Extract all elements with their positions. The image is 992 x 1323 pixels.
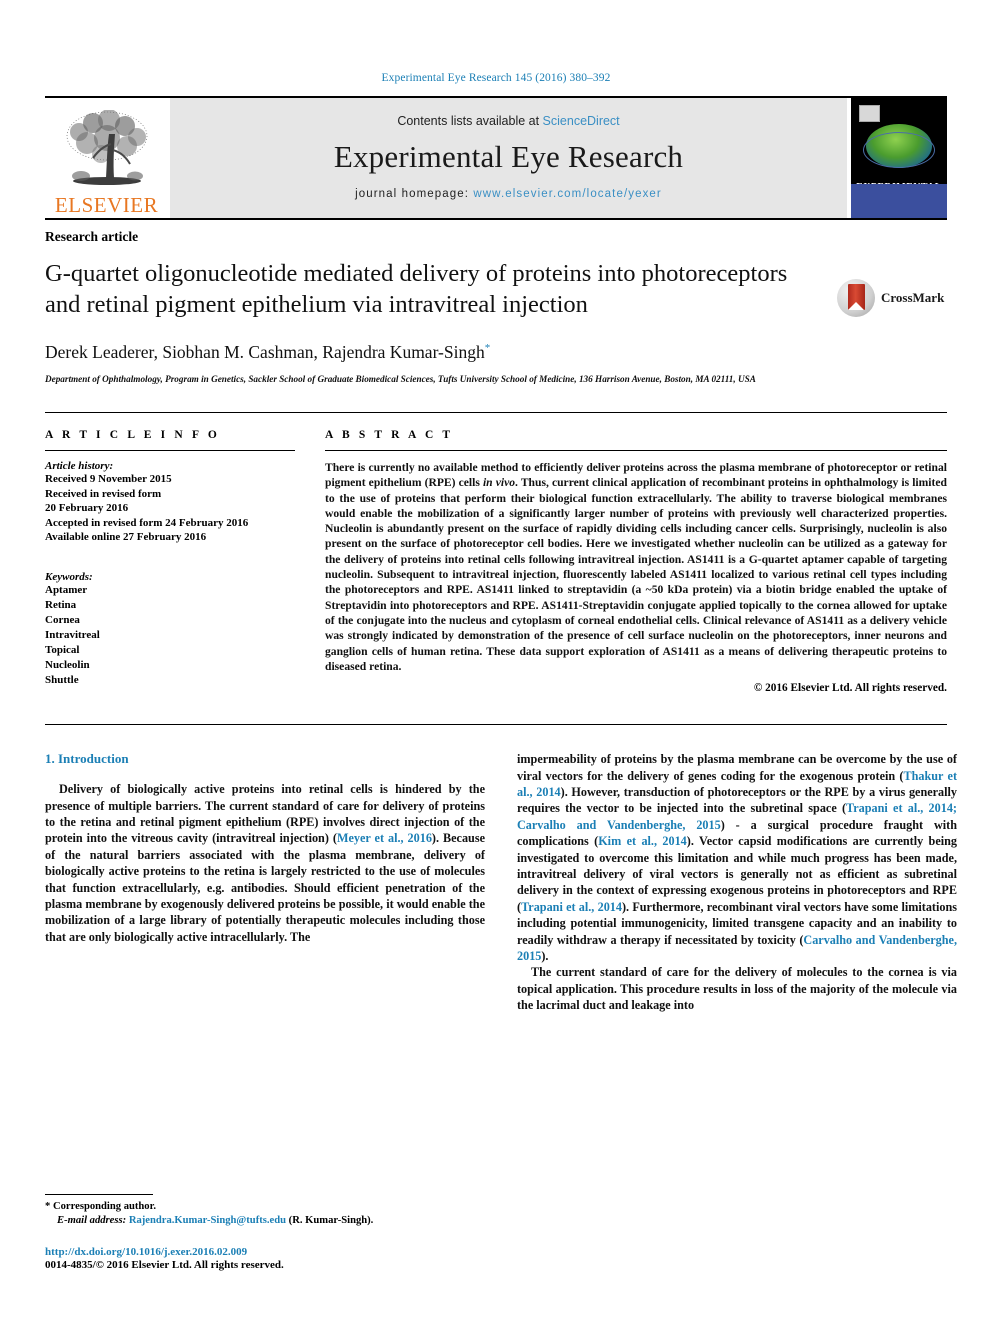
email-note: E-mail address: Rajendra.Kumar-Singh@tuf…	[45, 1214, 485, 1228]
author-names: Derek Leaderer, Siobhan M. Cashman, Raje…	[45, 342, 485, 362]
doi-link[interactable]: http://dx.doi.org/10.1016/j.exer.2016.02…	[45, 1246, 485, 1258]
article-info-rule	[45, 450, 295, 451]
cover-bottom-band	[851, 184, 947, 218]
article-info-heading: A R T I C L E I N F O	[45, 429, 220, 441]
contents-prefix: Contents lists available at	[397, 114, 543, 128]
article-type-bar: Research article	[45, 218, 947, 245]
abstract-part-2: . Thus, current clinical application of …	[325, 476, 947, 673]
history-item: Received in revised form	[45, 487, 162, 500]
article-history-label: Article history:	[45, 460, 114, 472]
elsevier-logo: ELSEVIER	[45, 98, 170, 218]
section-heading-introduction: 1. Introduction	[45, 751, 129, 767]
keyword-item: Cornea	[45, 613, 80, 626]
citation-link[interactable]: Kim et al., 2014	[598, 834, 687, 848]
email-link[interactable]: Rajendra.Kumar-Singh@tufts.edu	[129, 1215, 286, 1226]
corresponding-author-note: * Corresponding author.	[45, 1200, 485, 1214]
journal-homepage-link[interactable]: www.elsevier.com/locate/yexer	[473, 188, 662, 200]
sciencedirect-link[interactable]: ScienceDirect	[543, 114, 620, 128]
contents-available-line: Contents lists available at ScienceDirec…	[397, 114, 619, 128]
journal-masthead: ELSEVIER Contents lists available at Sci…	[45, 96, 947, 218]
keyword-item: Aptamer	[45, 583, 88, 596]
article-info-column: A R T I C L E I N F O Article history: R…	[45, 429, 295, 694]
corresponding-author-marker: *	[484, 342, 491, 355]
email-label: E-mail address:	[57, 1215, 127, 1226]
keyword-item: Shuttle	[45, 673, 79, 686]
keyword-item: Intravitreal	[45, 628, 100, 641]
left-column: 1. Introduction Delivery of biologically…	[45, 751, 485, 1024]
intro-right-text-a: impermeability of proteins by the plasma…	[517, 752, 957, 783]
crossmark-icon	[837, 279, 875, 317]
masthead-center: Contents lists available at ScienceDirec…	[170, 98, 847, 218]
article-type: Research article	[45, 229, 139, 244]
cover-corner-mark	[859, 105, 880, 122]
email-suffix: (R. Kumar-Singh).	[288, 1215, 374, 1226]
crossmark-book-shape	[848, 284, 865, 310]
issn-copyright-line: 0014-4835/© 2016 Elsevier Ltd. All right…	[45, 1259, 284, 1271]
abstract-column: A B S T R A C T There is currently no av…	[325, 429, 947, 694]
page-title: G-quartet oligonucleotide mediated deliv…	[45, 260, 788, 318]
journal-cover-thumbnail: EXPERIMENTAL EYE RESEARCH	[851, 98, 947, 218]
page-footer: * Corresponding author. E-mail address: …	[45, 1194, 485, 1271]
crossmark-badge[interactable]: CrossMark	[837, 276, 947, 320]
abstract-copyright: © 2016 Elsevier Ltd. All rights reserved…	[753, 682, 947, 695]
citation-link[interactable]: Trapani et al., 2014	[521, 900, 622, 914]
intro-right-text-f: ).	[541, 949, 549, 964]
homepage-prefix: journal homepage:	[355, 188, 474, 200]
info-abstract-section: A R T I C L E I N F O Article history: R…	[45, 412, 947, 694]
crossmark-label: CrossMark	[881, 290, 945, 305]
abstract-rule	[325, 450, 947, 451]
running-head: Experimental Eye Research 145 (2016) 380…	[381, 72, 611, 84]
abstract-text: There is currently no available method t…	[325, 460, 947, 674]
elsevier-tree-icon	[66, 110, 147, 185]
abstract-heading: A B S T R A C T	[325, 429, 454, 441]
keyword-item: Retina	[45, 598, 77, 611]
corresponding-author-label: Corresponding author.	[52, 1201, 156, 1212]
keyword-item: Topical	[45, 643, 80, 656]
right-column: impermeability of proteins by the plasma…	[517, 751, 957, 1024]
keyword-item: Nucleolin	[45, 658, 90, 671]
intro-left-text-b: ). Because of the natural barriers assoc…	[45, 831, 485, 944]
affiliation: Department of Ophthalmology, Program in …	[45, 374, 756, 384]
journal-homepage-line: journal homepage: www.elsevier.com/locat…	[355, 188, 662, 200]
keywords-label: Keywords:	[45, 570, 93, 583]
journal-title: Experimental Eye Research	[333, 139, 684, 174]
elsevier-wordmark: ELSEVIER	[54, 193, 159, 217]
intro-paragraph-right-2: The current standard of care for the del…	[517, 965, 957, 1013]
citation-link[interactable]: Meyer et al., 2016	[337, 831, 432, 845]
footnote-marker: *	[45, 1201, 51, 1212]
author-list: Derek Leaderer, Siobhan M. Cashman, Raje…	[45, 342, 827, 363]
cover-ring-image	[863, 132, 935, 168]
history-item: Received 9 November 2015	[45, 473, 172, 485]
abstract-in-vivo: in vivo	[482, 476, 516, 490]
intro-paragraph-left: Delivery of biologically active proteins…	[45, 781, 485, 945]
article-head: CrossMark G-quartet oligonucleotide medi…	[45, 258, 947, 386]
body-columns: 1. Introduction Delivery of biologically…	[45, 724, 957, 1024]
history-item: Accepted in revised form 24 February 201…	[45, 516, 249, 529]
intro-paragraph-right: impermeability of proteins by the plasma…	[517, 751, 957, 964]
article-page: Experimental Eye Research 145 (2016) 380…	[0, 0, 992, 1323]
footnote-rule	[45, 1194, 153, 1195]
history-item: Available online 27 February 2016	[45, 531, 207, 543]
history-item: 20 February 2016	[45, 502, 129, 514]
